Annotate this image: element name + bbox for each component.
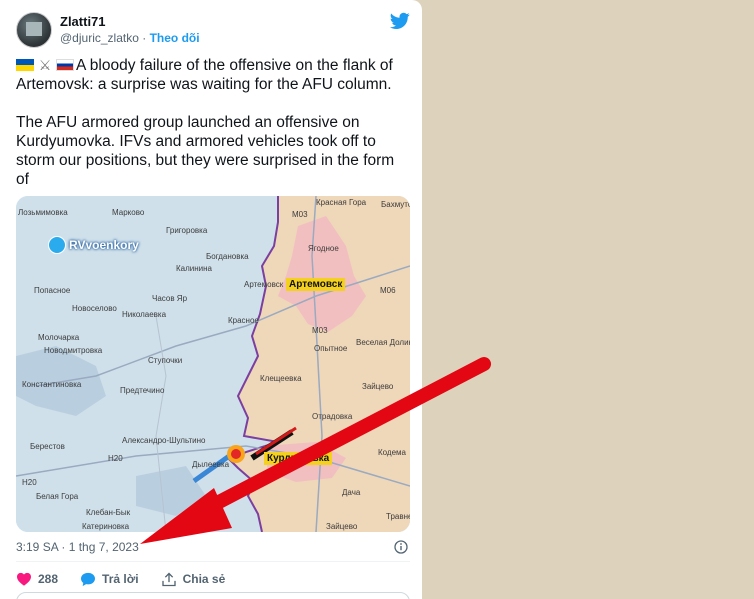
- like-count: 288: [38, 572, 59, 586]
- handle-row: @djuric_zlatko · Theo dõi: [60, 31, 200, 45]
- map-label: Веселая Долина: [356, 338, 410, 347]
- reply-label: Trả lời: [102, 572, 139, 586]
- share-button[interactable]: Chia sẻ: [161, 572, 226, 587]
- road-label: H20: [22, 478, 37, 487]
- map-label: Красное: [228, 316, 259, 325]
- map-label: Клебан-Бык: [86, 508, 131, 517]
- map-label: Лозьмимовка: [18, 208, 68, 217]
- watermark-text: RVvoenkory: [69, 238, 139, 252]
- road-label: M06: [380, 286, 396, 295]
- map-label: Берестов: [30, 442, 65, 451]
- city-label-kurdyumovka: Курдюмовка: [264, 452, 333, 465]
- map-label: Клещеевка: [260, 374, 302, 383]
- share-label: Chia sẻ: [182, 572, 226, 586]
- map-image[interactable]: RVvoenkory Лозьмимовка Марково Григоровк…: [16, 196, 410, 532]
- map-label: Белая Гора: [36, 492, 79, 501]
- map-label: Бахмутс: [381, 200, 410, 209]
- map-label: Александро-Шультино: [122, 436, 206, 445]
- tweet-paragraph-1: ⚔ A bloody failure of the offensive on th…: [16, 56, 408, 94]
- russia-flag-icon: [56, 59, 74, 71]
- map-label: Опытное: [314, 344, 348, 353]
- city-label-artemovsk: Артемовск: [286, 278, 346, 291]
- map-label: Новоселово: [72, 304, 117, 313]
- map-label: Зайцево: [362, 382, 394, 391]
- crossed-swords-icon: ⚔: [38, 57, 52, 73]
- map-label: Травне: [386, 512, 410, 521]
- map-label: Зайцево: [326, 522, 358, 531]
- map-label: Григоровка: [166, 226, 208, 235]
- map-label: Новодмитровка: [44, 346, 103, 355]
- map-label: Часов Яр: [152, 294, 188, 303]
- like-button[interactable]: 288: [16, 572, 58, 586]
- tweet-text: ⚔ A bloody failure of the offensive on th…: [16, 56, 408, 208]
- twitter-bird-icon[interactable]: [390, 12, 410, 30]
- map-label: Предтечино: [120, 386, 165, 395]
- map-label: Богдановка: [206, 252, 249, 261]
- map-label: Ступочки: [148, 356, 183, 365]
- heart-icon: [17, 572, 31, 586]
- map-label: Ягодное: [308, 244, 339, 253]
- ukraine-flag-icon: [16, 59, 34, 71]
- map-label: Молочарка: [38, 333, 80, 342]
- road-label: M03: [312, 326, 328, 335]
- tweet-paragraph-2: The AFU armored group launched an offens…: [16, 114, 395, 188]
- follow-button[interactable]: Theo dõi: [150, 31, 200, 45]
- map-label: Калинина: [176, 264, 212, 273]
- map-label: Попасное: [34, 286, 71, 295]
- map-label: Николаевка: [122, 310, 167, 319]
- reply-bubble-icon: [81, 572, 96, 586]
- road-label: H20: [108, 454, 123, 463]
- separator-dot: ·: [142, 31, 147, 45]
- map-label: Катериновка: [82, 522, 130, 531]
- avatar[interactable]: [16, 12, 52, 48]
- info-icon[interactable]: [394, 540, 408, 554]
- map-label: Кодема: [378, 448, 406, 457]
- map-label: Марково: [112, 208, 145, 217]
- author-handle[interactable]: @djuric_zlatko: [60, 31, 139, 45]
- divider: [16, 561, 410, 562]
- map-label: Дылеевка: [192, 460, 230, 469]
- map-label: Артемовск: [244, 280, 284, 289]
- tweet-header: Zlatti71 @djuric_zlatko · Theo dõi: [16, 12, 410, 48]
- road-label: M03: [292, 210, 308, 219]
- map-label: Отрадовка: [312, 412, 353, 421]
- share-icon: [161, 572, 176, 586]
- map-label: Константиновка: [22, 380, 82, 389]
- author-name[interactable]: Zlatti71: [60, 14, 106, 29]
- tweet-actions: 288 Trả lời Chia sẻ: [16, 570, 247, 588]
- telegram-icon: [48, 236, 66, 254]
- reply-button[interactable]: Trả lời: [80, 572, 139, 587]
- map-watermark: RVvoenkory: [48, 236, 139, 254]
- tweet-timestamp[interactable]: 3:19 SA · 1 thg 7, 2023: [16, 540, 139, 554]
- read-replies-button[interactable]: [16, 592, 410, 599]
- map-label: Дача: [342, 488, 361, 497]
- map-label: Красная Гора: [316, 198, 367, 207]
- tweet-card: Zlatti71 @djuric_zlatko · Theo dõi ⚔ A bl…: [0, 0, 422, 599]
